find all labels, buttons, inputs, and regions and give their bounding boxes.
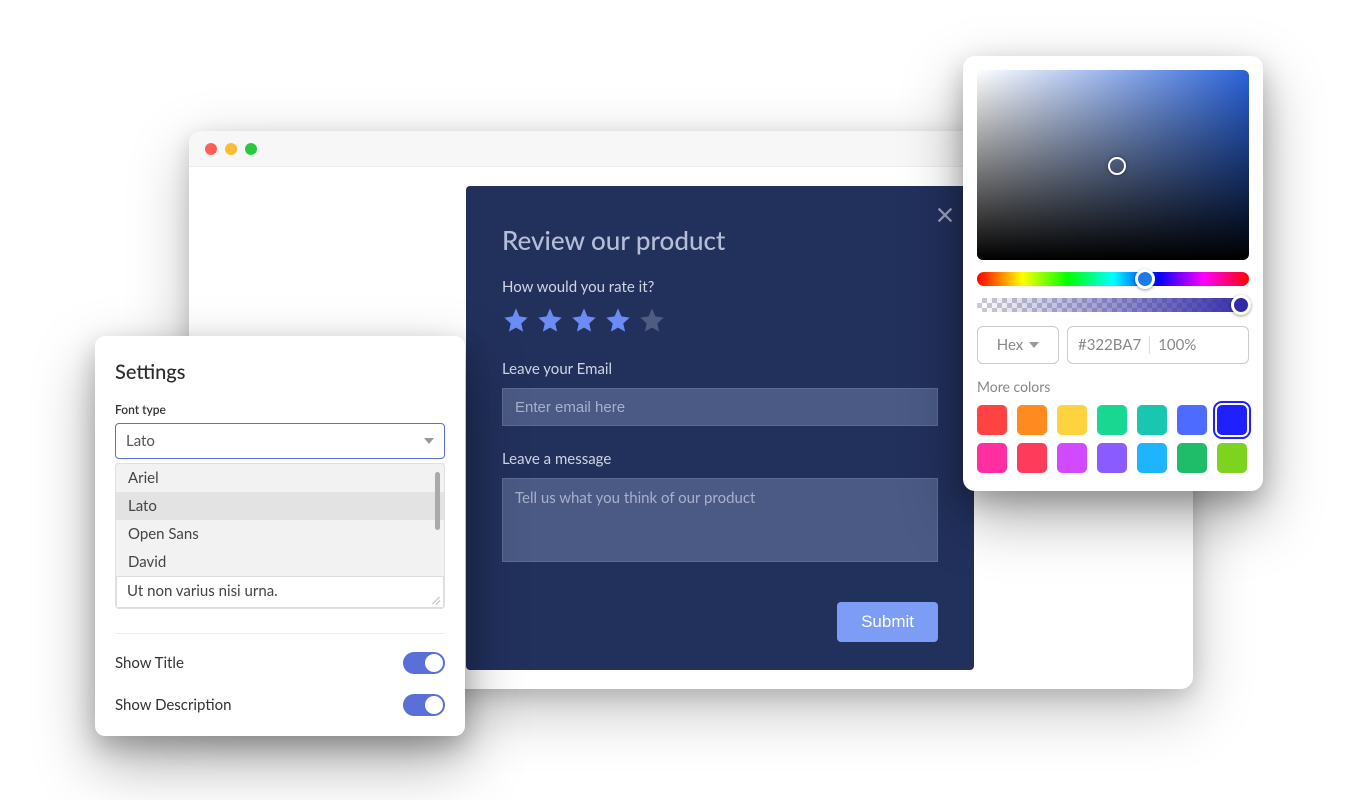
color-swatch[interactable] xyxy=(1057,443,1087,473)
review-modal: Review our product How would you rate it… xyxy=(466,186,974,670)
gradient-handle-icon[interactable] xyxy=(1108,157,1126,175)
font-option[interactable]: David xyxy=(116,548,444,576)
show-title-row: Show Title xyxy=(115,652,445,674)
chevron-down-icon xyxy=(1029,342,1039,348)
color-swatch[interactable] xyxy=(1137,405,1167,435)
divider xyxy=(115,633,445,634)
color-inputs: Hex #322BA7 100% xyxy=(977,326,1249,364)
color-picker: Hex #322BA7 100% More colors xyxy=(963,56,1263,491)
show-description-label: Show Description xyxy=(115,696,231,714)
opacity-value: 100% xyxy=(1158,336,1196,354)
divider xyxy=(1149,336,1150,354)
color-swatch[interactable] xyxy=(1017,443,1047,473)
color-swatch[interactable] xyxy=(1097,443,1127,473)
hue-slider[interactable] xyxy=(977,272,1249,286)
window-maximize-icon[interactable] xyxy=(245,143,257,155)
color-swatch[interactable] xyxy=(1177,443,1207,473)
color-swatch[interactable] xyxy=(1177,405,1207,435)
font-option[interactable]: Ariel xyxy=(116,464,444,492)
hue-handle-icon[interactable] xyxy=(1135,269,1155,289)
saturation-brightness-picker[interactable] xyxy=(977,70,1249,260)
format-label: Hex xyxy=(997,336,1024,354)
font-preview-text[interactable]: Ut non varius nisi urna. xyxy=(116,576,444,608)
font-type-select[interactable]: Lato xyxy=(115,423,445,459)
resize-handle-icon[interactable] xyxy=(430,594,440,604)
submit-button[interactable]: Submit xyxy=(837,602,938,642)
color-swatch[interactable] xyxy=(1057,405,1087,435)
email-label: Leave your Email xyxy=(502,360,938,378)
star-icon[interactable] xyxy=(604,306,632,334)
rate-label: How would you rate it? xyxy=(502,278,938,296)
message-label: Leave a message xyxy=(502,450,938,468)
settings-title: Settings xyxy=(115,360,445,384)
email-field[interactable] xyxy=(502,388,938,426)
font-dropdown-list: Ariel Lato Open Sans David Ut non varius… xyxy=(115,463,445,609)
alpha-handle-icon[interactable] xyxy=(1231,295,1251,315)
color-swatches xyxy=(977,405,1249,473)
show-title-toggle[interactable] xyxy=(403,652,445,674)
close-icon[interactable] xyxy=(934,204,956,230)
font-option[interactable]: Lato xyxy=(116,492,444,520)
star-icon[interactable] xyxy=(536,306,564,334)
settings-panel: Settings Font type Lato Ariel Lato Open … xyxy=(95,336,465,736)
color-swatch[interactable] xyxy=(977,405,1007,435)
review-title: Review our product xyxy=(502,224,938,256)
color-swatch[interactable] xyxy=(977,443,1007,473)
more-colors-label: More colors xyxy=(977,378,1249,395)
show-description-toggle[interactable] xyxy=(403,694,445,716)
color-format-select[interactable]: Hex xyxy=(977,326,1059,364)
hex-value: #322BA7 xyxy=(1078,336,1141,354)
color-swatch[interactable] xyxy=(1017,405,1047,435)
alpha-slider[interactable] xyxy=(977,298,1249,312)
show-title-label: Show Title xyxy=(115,654,184,672)
chevron-down-icon xyxy=(424,438,434,444)
hex-input[interactable]: #322BA7 100% xyxy=(1067,326,1249,364)
font-option[interactable]: Open Sans xyxy=(116,520,444,548)
window-close-icon[interactable] xyxy=(205,143,217,155)
window-minimize-icon[interactable] xyxy=(225,143,237,155)
font-type-label: Font type xyxy=(115,402,445,417)
font-select-value: Lato xyxy=(126,432,155,450)
star-icon[interactable] xyxy=(570,306,598,334)
star-icon[interactable] xyxy=(638,306,666,334)
color-swatch[interactable] xyxy=(1217,443,1247,473)
color-swatch[interactable] xyxy=(1137,443,1167,473)
star-icon[interactable] xyxy=(502,306,530,334)
scrollbar[interactable] xyxy=(435,472,440,530)
show-description-row: Show Description xyxy=(115,694,445,716)
color-swatch[interactable] xyxy=(1217,405,1247,435)
color-swatch[interactable] xyxy=(1097,405,1127,435)
message-field[interactable] xyxy=(502,478,938,562)
star-rating[interactable] xyxy=(502,306,938,334)
